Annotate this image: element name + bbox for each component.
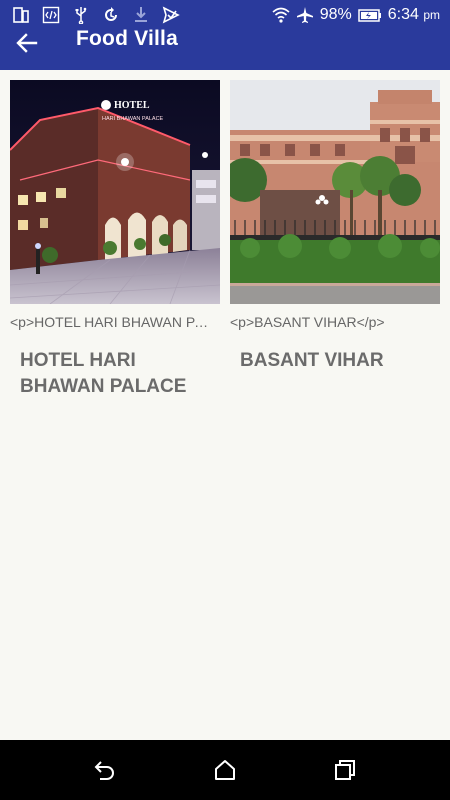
nav-home-button[interactable]	[212, 757, 238, 783]
wifi-icon	[272, 6, 290, 24]
battery-percent: 98%	[319, 6, 352, 23]
restaurant-card[interactable]: HOTEL HARI BHAWAN PALACE <p>HOTEL HARI B…	[10, 80, 220, 400]
navigation-bar	[0, 740, 450, 800]
card-subtitle: <p>BASANT VIHAR</p>	[230, 314, 385, 330]
sync-icon	[102, 6, 120, 24]
hotel-night-photo[interactable]: HOTEL HARI BHAWAN PALACE	[10, 80, 220, 304]
code-icon	[42, 6, 60, 24]
battery-icon	[357, 6, 382, 24]
app-bar: Food Villa	[0, 27, 450, 70]
arrow-left-icon	[16, 33, 38, 53]
nav-back-icon	[94, 761, 114, 780]
back-button[interactable]	[16, 30, 52, 56]
clock-time: 6:34	[387, 6, 419, 23]
hotel-sign-text: HOTEL	[114, 100, 150, 111]
sim-card-icon	[12, 6, 30, 24]
restaurant-grid: HOTEL HARI BHAWAN PALACE <p>HOTEL HARI B…	[0, 70, 450, 740]
card-title: BASANT VIHAR	[240, 350, 384, 371]
card-title: HOTEL HARI BHAWAN PALACE	[20, 350, 187, 397]
status-system: 98% 6:34 pm	[272, 5, 440, 25]
usb-icon	[72, 6, 90, 24]
nav-recents-icon	[335, 760, 355, 780]
nav-recents-button[interactable]	[332, 757, 358, 783]
clock-ampm: pm	[423, 8, 440, 22]
app-title: Food Villa	[76, 27, 178, 50]
airplane-icon	[296, 6, 314, 24]
nav-home-icon	[215, 760, 235, 780]
download-icon	[132, 6, 150, 24]
restaurant-card[interactable]: <p>BASANT VIHAR</p> BASANT VIHAR	[230, 80, 440, 374]
status-notifications	[12, 5, 180, 25]
status-bar: 98% 6:34 pm	[0, 0, 450, 30]
nav-back-button[interactable]	[92, 757, 118, 783]
card-subtitle: <p>HOTEL HARI BHAWAN PALACE</p>	[10, 314, 216, 330]
palace-garden-photo[interactable]	[230, 80, 440, 304]
hotel-sign-subtext: HARI BHAWAN PALACE	[102, 116, 164, 122]
send-icon	[162, 6, 180, 24]
